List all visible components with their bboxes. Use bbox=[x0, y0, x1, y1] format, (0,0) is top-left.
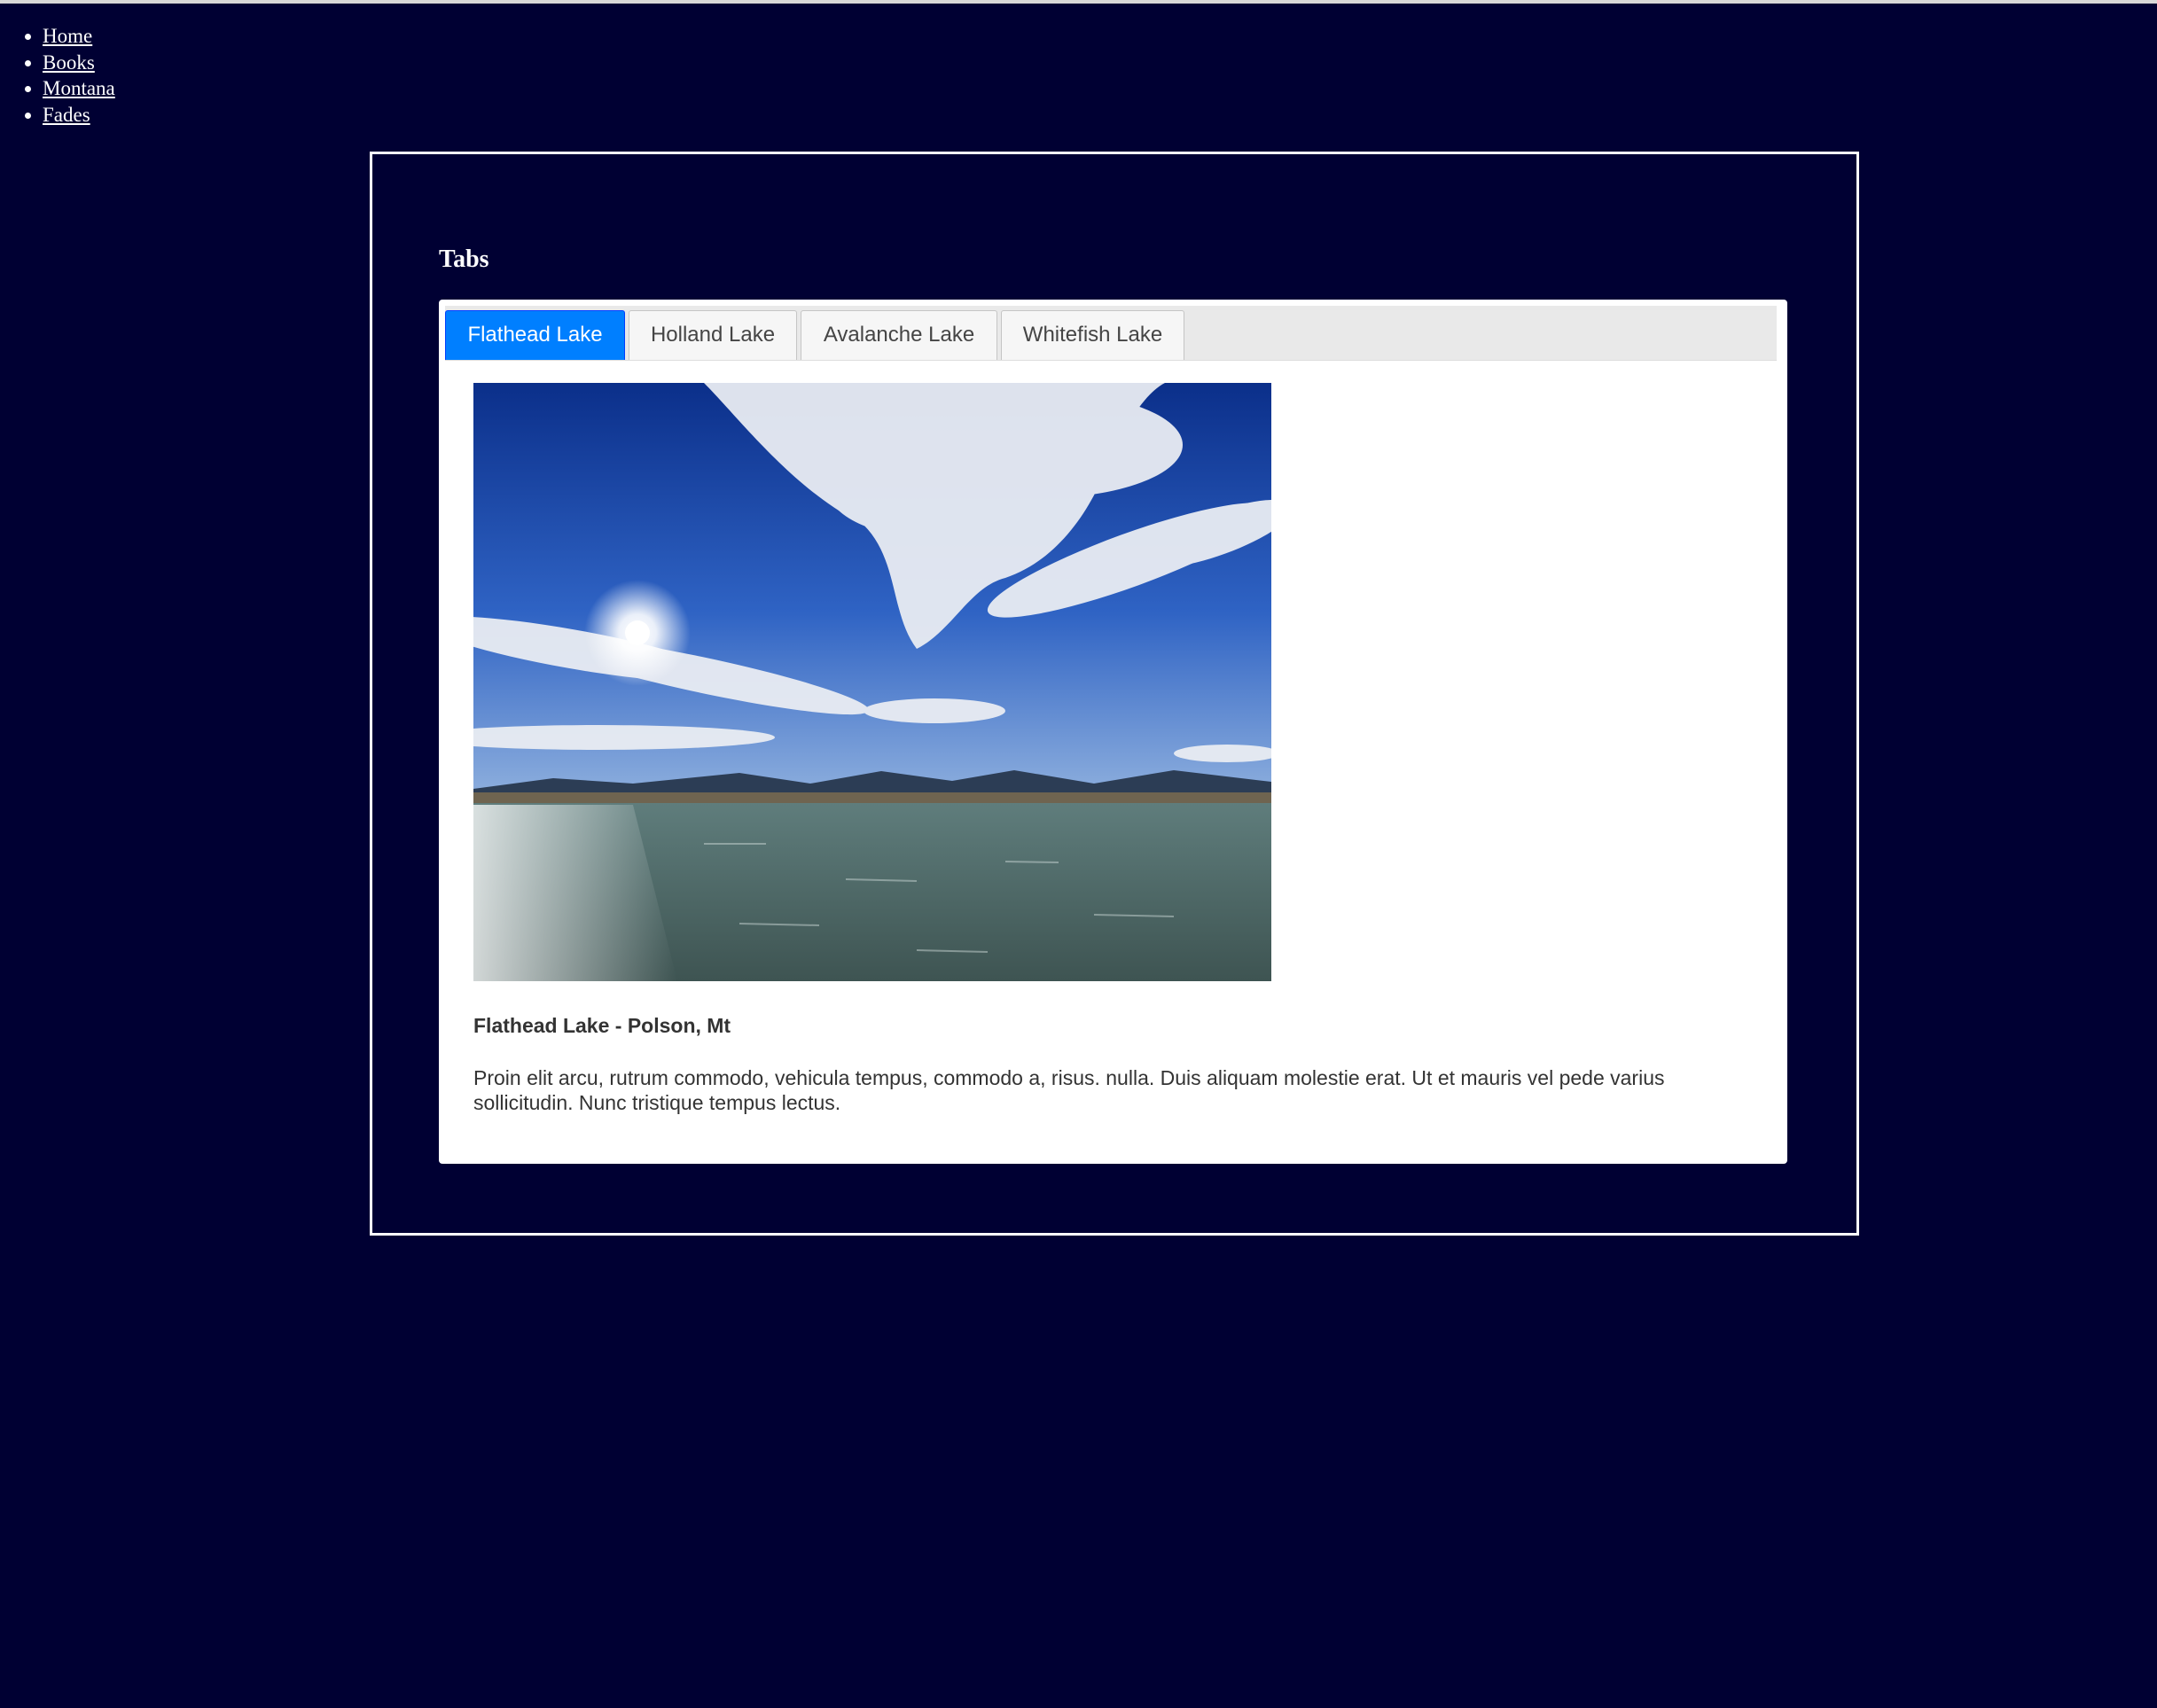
tab-avalanche-lake[interactable]: Avalanche Lake bbox=[801, 310, 997, 360]
tab-flathead-lake[interactable]: Flathead Lake bbox=[445, 310, 625, 360]
nav-item-home: Home bbox=[43, 23, 115, 50]
nav-link-books[interactable]: Books bbox=[43, 51, 95, 74]
nav-item-montana: Montana bbox=[43, 75, 115, 102]
tab-whitefish-lake[interactable]: Whitefish Lake bbox=[1001, 310, 1184, 360]
tab-bar: Flathead Lake Holland Lake Avalanche Lak… bbox=[445, 306, 1777, 361]
tab-panel: Flathead Lake - Polson, Mt Proin elit ar… bbox=[473, 383, 1752, 1115]
section-title: Tabs bbox=[439, 246, 489, 273]
lake-photo bbox=[473, 383, 1271, 981]
nav-link-montana[interactable]: Montana bbox=[43, 77, 115, 99]
top-divider bbox=[0, 0, 2157, 4]
nav-link-fades[interactable]: Fades bbox=[43, 104, 90, 126]
nav-item-books: Books bbox=[43, 50, 115, 76]
panel-body-text: Proin elit arcu, rutrum commodo, vehicul… bbox=[473, 1066, 1665, 1114]
tabs-widget: Flathead Lake Holland Lake Avalanche Lak… bbox=[439, 300, 1787, 1164]
panel-caption: Flathead Lake - Polson, Mt bbox=[473, 1014, 731, 1037]
nav-item-fades: Fades bbox=[43, 102, 115, 129]
site-nav: Home Books Montana Fades bbox=[0, 23, 115, 128]
nav-link-home[interactable]: Home bbox=[43, 25, 92, 47]
tab-holland-lake[interactable]: Holland Lake bbox=[629, 310, 797, 360]
